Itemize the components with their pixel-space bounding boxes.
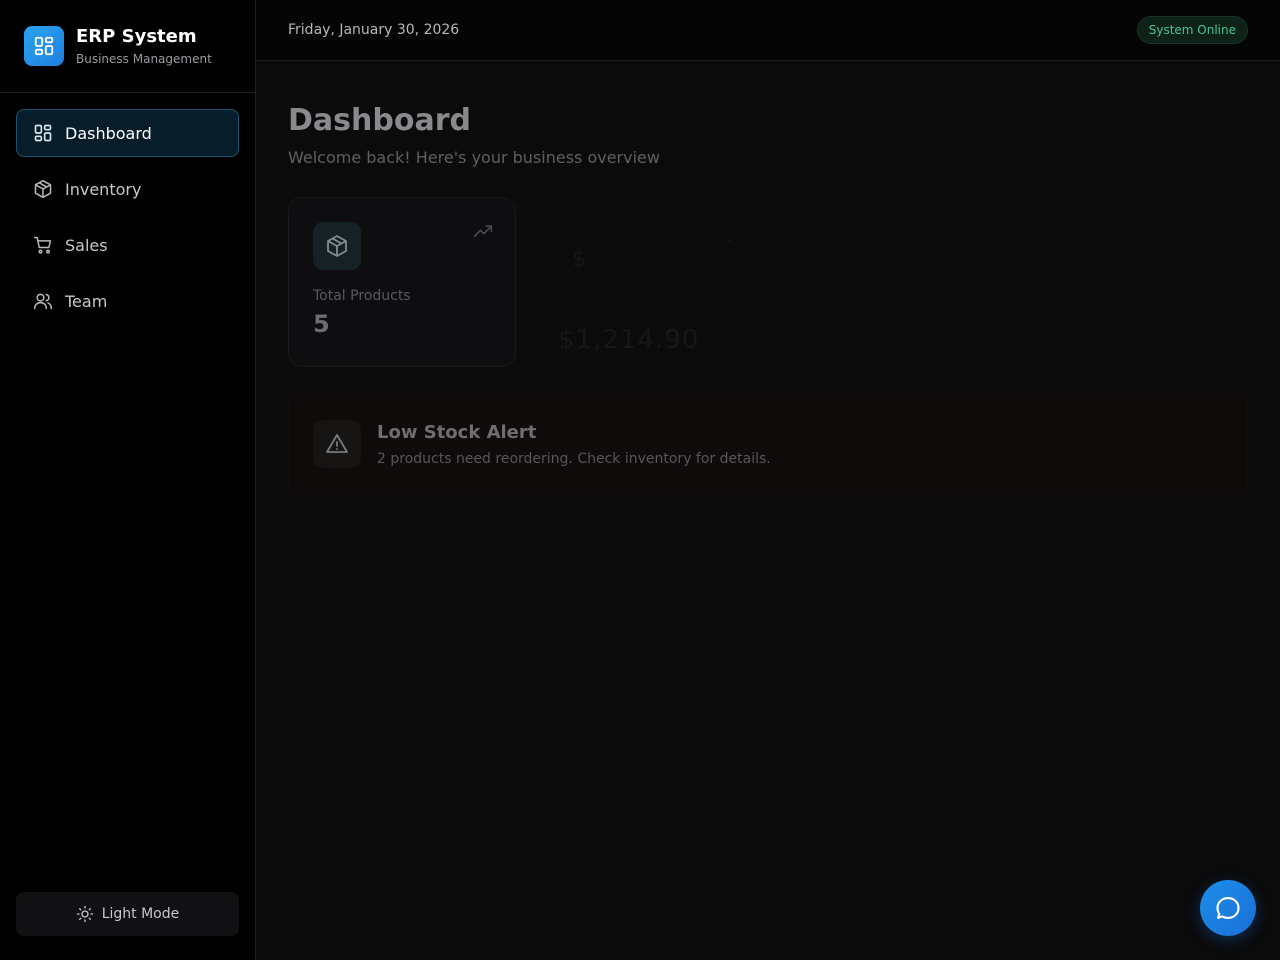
theme-toggle-button[interactable]: Light Mode <box>16 892 239 936</box>
current-date: Friday, January 30, 2026 <box>288 22 460 38</box>
sidebar-item-dashboard[interactable]: Dashboard <box>16 109 239 157</box>
status-badge: System Online <box>1136 16 1248 44</box>
stat-label: Total Products <box>313 288 411 304</box>
stat-value: 5 <box>313 310 330 338</box>
sidebar-item-label: Sales <box>65 235 108 255</box>
dollar-icon: $ <box>572 247 586 272</box>
stat-card-total-products[interactable]: Total Products 5 <box>288 197 516 367</box>
sidebar-item-label: Inventory <box>65 179 142 199</box>
decorative-dot <box>728 239 731 242</box>
app-subtitle: Business Management <box>76 52 212 66</box>
chat-icon <box>1214 894 1242 922</box>
theme-toggle-label: Light Mode <box>101 906 180 922</box>
brand: ERP System Business Management <box>0 0 255 93</box>
sidebar-item-inventory[interactable]: Inventory <box>16 165 239 213</box>
dashboard-icon <box>33 123 53 143</box>
alert-title: Low Stock Alert <box>377 421 537 443</box>
sidebar-nav: Dashboard Inventory Sales Team <box>0 93 255 325</box>
users-icon <box>33 291 53 311</box>
stat-cards: Total Products 5 $ $1,214.90 <box>288 197 1248 367</box>
cart-icon <box>33 235 53 255</box>
low-stock-alert[interactable]: Low Stock Alert 2 products need reorderi… <box>288 393 1248 495</box>
chat-button[interactable] <box>1200 880 1256 936</box>
page-subtitle: Welcome back! Here's your business overv… <box>288 148 660 167</box>
app-title: ERP System <box>76 26 197 47</box>
package-icon <box>33 179 53 199</box>
sidebar: ERP System Business Management Dashboard <box>0 0 256 960</box>
trending-up-icon <box>473 222 493 246</box>
sidebar-item-sales[interactable]: Sales <box>16 221 239 269</box>
top-bar: Friday, January 30, 2026 System Online <box>256 0 1280 61</box>
stat-value: $1,214.90 <box>558 325 700 355</box>
sidebar-item-label: Dashboard <box>65 123 152 143</box>
app-logo-icon <box>24 26 64 66</box>
sun-icon <box>76 905 94 923</box>
warning-icon <box>313 420 361 468</box>
sidebar-item-label: Team <box>65 291 108 311</box>
sidebar-item-team[interactable]: Team <box>16 277 239 325</box>
package-icon <box>313 222 361 270</box>
alert-text: 2 products need reordering. Check invent… <box>377 450 771 467</box>
page-title: Dashboard <box>288 103 471 138</box>
main-content: Dashboard Welcome back! Here's your busi… <box>256 61 1280 960</box>
